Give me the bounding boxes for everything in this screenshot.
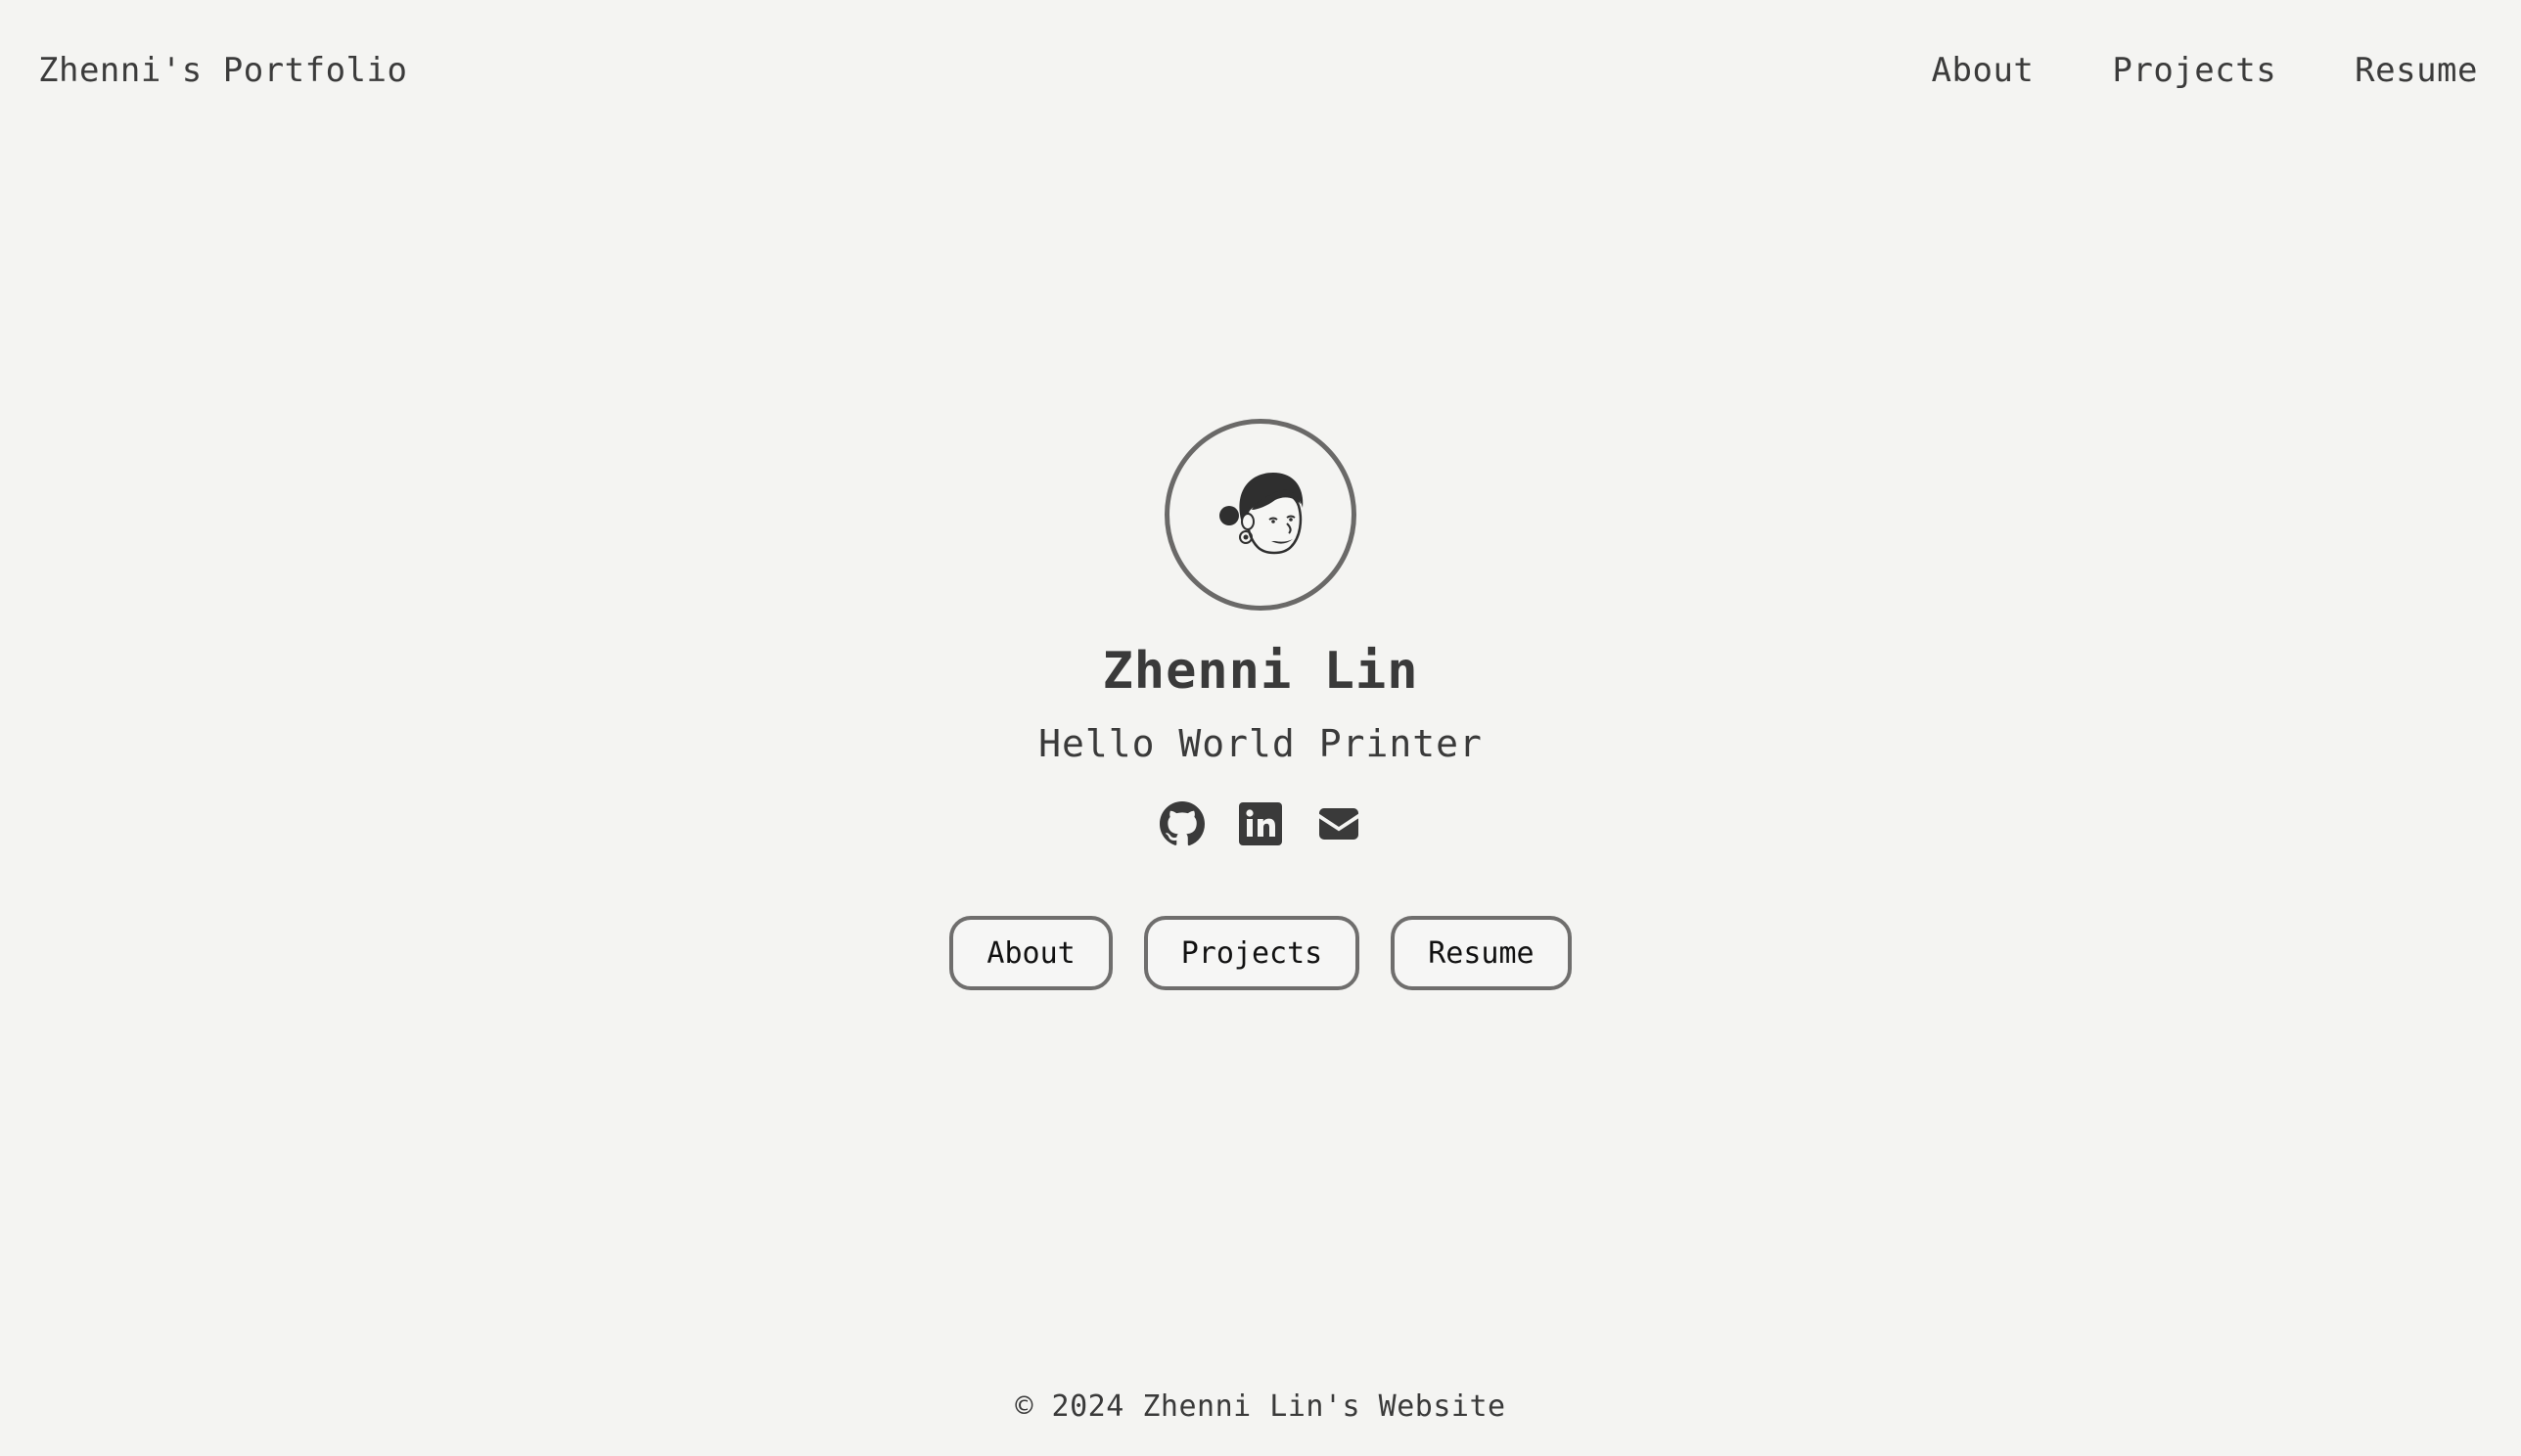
social-links	[1159, 800, 1362, 847]
footer: © 2024 Zhenni Lin's Website	[1015, 1389, 1506, 1424]
avatar-illustration-icon	[1219, 473, 1304, 555]
linkedin-link[interactable]	[1237, 800, 1284, 847]
resume-button[interactable]: Resume	[1391, 916, 1572, 990]
hero-section: Zhenni Lin Hello World Printer About Pro…	[0, 419, 2521, 990]
avatar	[1165, 419, 1356, 611]
github-icon	[1160, 801, 1206, 846]
brand-link[interactable]: Zhenni's Portfolio	[38, 51, 407, 90]
nav-about-link[interactable]: About	[1932, 51, 2035, 90]
cta-buttons: About Projects Resume	[949, 916, 1572, 990]
nav-resume-link[interactable]: Resume	[2355, 51, 2478, 90]
email-icon	[1319, 808, 1358, 840]
profile-name: Zhenni Lin	[1102, 642, 1419, 701]
top-navigation: Zhenni's Portfolio About Projects Resume	[0, 0, 2521, 143]
about-button[interactable]: About	[949, 916, 1113, 990]
profile-tagline: Hello World Printer	[1038, 722, 1483, 765]
email-link[interactable]	[1315, 800, 1362, 847]
projects-button[interactable]: Projects	[1143, 916, 1360, 990]
linkedin-icon	[1239, 802, 1282, 845]
github-link[interactable]	[1159, 800, 1206, 847]
nav-links: About Projects Resume	[1854, 51, 2478, 90]
nav-projects-link[interactable]: Projects	[2112, 51, 2276, 90]
page: Zhenni's Portfolio About Projects Resume	[0, 0, 2521, 1456]
